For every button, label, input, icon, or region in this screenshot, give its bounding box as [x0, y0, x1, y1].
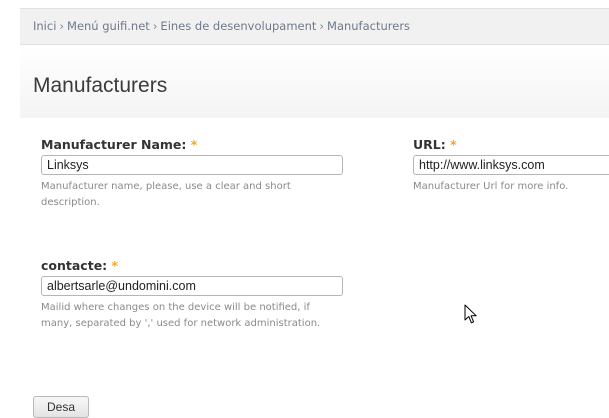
- contact-label-text: contacte:: [41, 258, 108, 273]
- contact-description-line2: many, separated by ',' used for network …: [41, 318, 321, 329]
- manufacturer-name-description: Manufacturer name, please, use a clear a…: [41, 179, 381, 211]
- url-label: URL: *: [413, 137, 457, 152]
- manufacturer-name-description-line1: Manufacturer name, please, use a clear a…: [41, 181, 291, 192]
- mouse-pointer-icon: [464, 304, 477, 324]
- contact-label: contacte: *: [41, 258, 118, 273]
- manufacturer-name-label: Manufacturer Name: *: [41, 137, 197, 152]
- url-description: Manufacturer Url for more info.: [413, 181, 569, 192]
- contact-description: Mailid where changes on the device will …: [41, 300, 421, 332]
- breadcrumb-bar: Inici › Menú guifi.net › Eines de desenvolup…: [20, 8, 609, 45]
- required-marker: *: [190, 137, 198, 152]
- breadcrumb-link-manufacturers[interactable]: Manufacturers: [327, 19, 410, 33]
- manufacturer-name-label-text: Manufacturer Name:: [41, 137, 187, 152]
- breadcrumb-link-inici[interactable]: Inici: [33, 19, 56, 33]
- required-marker: *: [450, 137, 457, 152]
- breadcrumb: Inici › Menú guifi.net › Eines de desenvolup…: [33, 19, 410, 33]
- breadcrumb-separator: ›: [59, 19, 65, 33]
- contact-description-line1: Mailid where changes on the device will …: [41, 302, 310, 313]
- page-title: Manufacturers: [33, 74, 168, 97]
- url-label-text: URL:: [413, 137, 446, 152]
- url-input[interactable]: [413, 155, 609, 175]
- breadcrumb-separator: ›: [319, 19, 325, 33]
- contact-email-input[interactable]: [41, 276, 343, 296]
- breadcrumb-link-dev-tools[interactable]: Eines de desenvolupament: [160, 19, 316, 33]
- manufacturer-name-input[interactable]: [41, 155, 343, 175]
- breadcrumb-link-menu-guifi[interactable]: Menú guifi.net: [67, 19, 150, 33]
- breadcrumb-separator: ›: [152, 19, 158, 33]
- required-marker: *: [111, 258, 119, 273]
- manufacturer-name-description-line2: description.: [41, 197, 100, 208]
